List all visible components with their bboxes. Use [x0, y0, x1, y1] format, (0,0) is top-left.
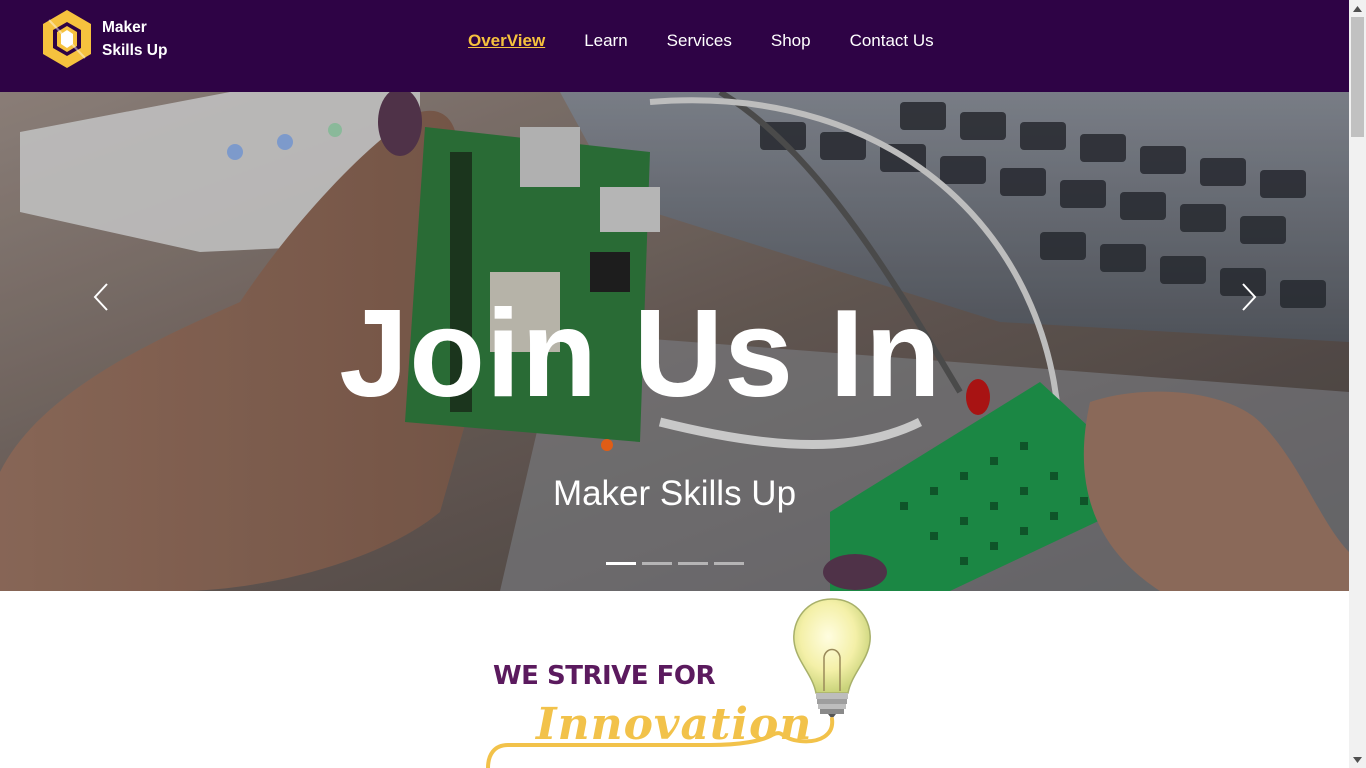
- carousel-indicator-2[interactable]: [642, 562, 672, 565]
- nav-item-shop[interactable]: Shop: [771, 31, 811, 51]
- carousel-indicator-1[interactable]: [606, 562, 636, 565]
- brand-name-line2: Skills Up: [102, 42, 168, 59]
- nav-item-learn[interactable]: Learn: [584, 31, 627, 51]
- carousel-next-button[interactable]: [1236, 280, 1260, 314]
- carousel-indicator-4[interactable]: [714, 562, 744, 565]
- chevron-right-icon: [1242, 283, 1257, 311]
- hero-subtitle: Maker Skills Up: [552, 474, 797, 513]
- hero-title: Join Us In: [339, 285, 942, 423]
- page-scrollbar[interactable]: [1349, 0, 1366, 768]
- hexagon-logo-icon: [43, 10, 91, 68]
- nav-item-contact-us[interactable]: Contact Us: [850, 31, 934, 51]
- carousel-indicators: [606, 562, 750, 565]
- scroll-up-button[interactable]: [1349, 0, 1366, 17]
- scroll-thumb[interactable]: [1351, 17, 1364, 137]
- section-tagline: WE STRIVE FOR: [493, 661, 715, 691]
- navbar: Maker Skills Up OverView Learn Services …: [0, 0, 1349, 92]
- main-nav: OverView Learn Services Shop Contact Us: [468, 31, 973, 51]
- page: Maker Skills Up OverView Learn Services …: [0, 0, 1349, 768]
- carousel-indicator-3[interactable]: [678, 562, 708, 565]
- chevron-left-icon: [93, 283, 108, 311]
- innovation-banner: WE STRIVE FOR Innovation: [480, 595, 880, 768]
- brand-name-line1: Maker: [102, 19, 147, 36]
- section-highlight: Innovation: [536, 699, 813, 750]
- hero-carousel: Join Us In Maker Skills Up: [0, 92, 1349, 591]
- brand-name: Maker Skills Up: [102, 16, 167, 62]
- nav-item-overview[interactable]: OverView: [468, 31, 545, 51]
- nav-item-services[interactable]: Services: [667, 31, 732, 51]
- scroll-down-button[interactable]: [1349, 751, 1366, 768]
- carousel-prev-button[interactable]: [90, 280, 114, 314]
- caret-up-icon: [1353, 5, 1362, 12]
- caret-down-icon: [1353, 756, 1362, 763]
- brand-logo[interactable]: Maker Skills Up: [40, 8, 190, 70]
